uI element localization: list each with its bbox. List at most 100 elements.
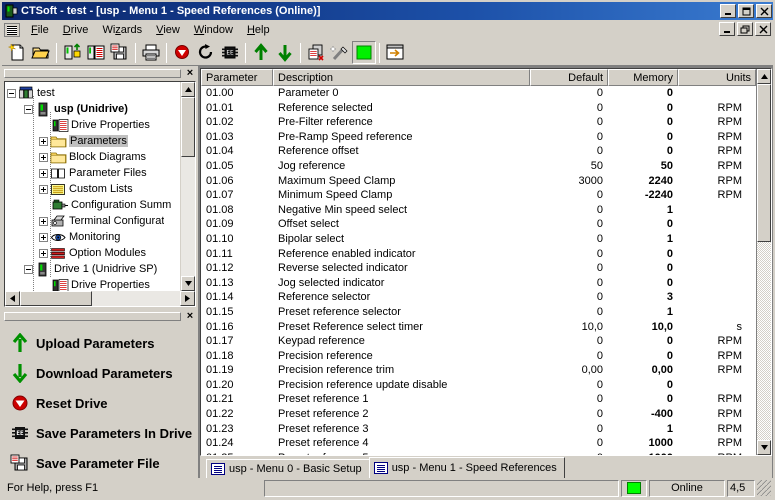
scroll-up-icon[interactable] <box>181 82 195 97</box>
tree-item-custom-lists[interactable]: Custom Lists <box>7 181 180 197</box>
action-reset-drive[interactable]: Reset Drive <box>2 388 198 418</box>
save-parameter-file-button[interactable] <box>108 41 132 64</box>
tree-toggle-plus-icon[interactable] <box>39 152 48 162</box>
scrollbar-thumb[interactable] <box>181 97 195 157</box>
table-row[interactable]: 01.15 Preset reference selector 0 1 <box>201 305 756 320</box>
tab-menu-1-speed-references[interactable]: usp - Menu 1 - Speed References <box>368 457 565 478</box>
tree-item-usp[interactable]: usp (Unidrive) <box>7 101 180 117</box>
tree-panel-close-icon[interactable]: × <box>184 68 196 80</box>
table-row[interactable]: 01.07 Minimum Speed Clamp 0 -2240 RPM <box>201 188 756 203</box>
tree-item-block-diagrams[interactable]: Block Diagrams <box>7 149 180 165</box>
scrollbar-thumb[interactable] <box>757 84 771 242</box>
tree-panel-grip[interactable] <box>4 69 181 78</box>
table-row[interactable]: 01.05 Jog reference 50 50 RPM <box>201 159 756 174</box>
tree-vertical-scrollbar[interactable] <box>180 82 195 291</box>
reset-drive-button[interactable] <box>170 41 194 64</box>
table-row[interactable]: 01.17 Keypad reference 0 0 RPM <box>201 334 756 349</box>
grid-vertical-scrollbar[interactable] <box>756 69 771 455</box>
tree-toggle-minus-icon[interactable] <box>24 104 33 114</box>
tree-toggle-plus-icon[interactable] <box>39 216 48 226</box>
tree-toggle-plus-icon[interactable] <box>39 248 48 258</box>
table-row[interactable]: 01.12 Reverse selected indicator 0 0 <box>201 261 756 276</box>
minimize-button[interactable] <box>720 4 736 18</box>
tree-item-drive-1[interactable]: Drive 1 (Unidrive SP) <box>7 261 180 277</box>
action-save-parameter-file[interactable]: Save Parameter File <box>2 448 198 478</box>
online-status-button[interactable] <box>352 41 376 64</box>
compare-button[interactable] <box>304 41 328 64</box>
tree-toggle-minus-icon[interactable] <box>24 264 33 274</box>
tab-menu-0-basic-setup[interactable]: usp - Menu 0 - Basic Setup <box>206 459 370 478</box>
tree-item-monitoring[interactable]: Monitoring <box>7 229 180 245</box>
table-row[interactable]: 01.21 Preset reference 1 0 0 RPM <box>201 392 756 407</box>
tree-item-test[interactable]: test <box>7 85 180 101</box>
table-row[interactable]: 01.20 Precision reference update disable 0… <box>201 378 756 393</box>
open-file-button[interactable] <box>29 41 53 64</box>
menu-help[interactable]: Help <box>240 22 277 38</box>
menu-drive[interactable]: Drive <box>56 22 96 38</box>
table-row[interactable]: 01.25Preset reference 501000RPM <box>201 451 756 455</box>
read-drive-button[interactable] <box>84 41 108 64</box>
table-row[interactable]: 01.11 Reference enabled indicator 0 0 <box>201 247 756 262</box>
menu-view[interactable]: View <box>149 22 187 38</box>
new-file-button[interactable] <box>5 41 29 64</box>
scroll-right-icon[interactable] <box>180 291 195 306</box>
scroll-down-icon[interactable] <box>757 440 771 455</box>
tree-toggle-plus-icon[interactable] <box>39 232 48 242</box>
upload-parameters-button[interactable] <box>60 41 84 64</box>
column-header-parameter[interactable]: Parameter <box>201 69 273 86</box>
tree-toggle-plus-icon[interactable] <box>39 136 48 146</box>
column-header-units[interactable]: Units <box>678 69 756 86</box>
tree-item-parameter-files[interactable]: Parameter Files <box>7 165 180 181</box>
table-row[interactable]: 01.14 Reference selector 0 3 <box>201 290 756 305</box>
print-button[interactable] <box>139 41 163 64</box>
action-download-parameters[interactable]: Download Parameters <box>2 358 198 388</box>
mdi-minimize-button[interactable] <box>719 22 735 36</box>
menu-wizards[interactable]: Wizards <box>95 22 149 38</box>
wizard-button[interactable] <box>328 41 352 64</box>
refresh-button[interactable] <box>194 41 218 64</box>
scrollbar-thumb[interactable] <box>20 291 92 306</box>
tree-item-parameters[interactable]: Parameters <box>7 133 180 149</box>
tree-toggle-plus-icon[interactable] <box>39 184 48 194</box>
table-row[interactable]: 01.23 Preset reference 3 0 1 RPM <box>201 422 756 437</box>
mdi-close-button[interactable] <box>755 22 771 36</box>
scrollbar-track[interactable] <box>181 97 195 276</box>
tree-item-drive-1-properties[interactable]: Drive Properties <box>7 277 180 291</box>
menu-file[interactable]: FFileile <box>24 22 56 38</box>
table-row[interactable]: 01.24 Preset reference 4 0 1000 RPM <box>201 436 756 451</box>
resize-grip[interactable] <box>757 480 771 496</box>
table-row[interactable]: 01.16 Preset Reference select timer 10,0 10… <box>201 320 756 335</box>
table-row[interactable]: 01.00 Parameter 0 0 0 <box>201 86 756 101</box>
scroll-left-icon[interactable] <box>5 291 20 306</box>
document-list-icon[interactable] <box>4 22 20 37</box>
save-in-drive-button[interactable]: EE <box>218 41 242 64</box>
transfer-up-button[interactable] <box>249 41 273 64</box>
column-header-description[interactable]: Description <box>273 69 530 86</box>
action-save-parameters-in-drive[interactable]: EE Save Parameters In Drive <box>2 418 198 448</box>
table-row[interactable]: 01.19 Precision reference trim 0,00 0,00 RPM <box>201 363 756 378</box>
table-row[interactable]: 01.22 Preset reference 2 0 -400 RPM <box>201 407 756 422</box>
scrollbar-track[interactable] <box>20 291 180 306</box>
tree-toggle-minus-icon[interactable] <box>7 88 16 98</box>
table-row[interactable]: 01.13 Jog selected indicator 0 0 <box>201 276 756 291</box>
scroll-down-icon[interactable] <box>181 276 195 291</box>
scrollbar-track[interactable] <box>757 84 771 440</box>
table-row[interactable]: 01.04 Reference offset 0 0 RPM <box>201 144 756 159</box>
tree-item-terminal-configuration[interactable]: Terminal Configurat <box>7 213 180 229</box>
action-upload-parameters[interactable]: Upload Parameters <box>2 328 198 358</box>
column-header-memory[interactable]: Memory <box>608 69 678 86</box>
table-row[interactable]: 01.09 Offset select 0 0 <box>201 217 756 232</box>
column-header-default[interactable]: Default <box>530 69 608 86</box>
table-row[interactable]: 01.10 Bipolar select 0 1 <box>201 232 756 247</box>
table-row[interactable]: 01.06 Maximum Speed Clamp 3000 2240 RPM <box>201 174 756 189</box>
tree-item-configuration-summary[interactable]: Configuration Summ <box>7 197 180 213</box>
actions-panel-grip[interactable] <box>4 312 181 321</box>
close-button[interactable] <box>756 4 772 18</box>
maximize-button[interactable] <box>738 4 754 18</box>
tree-horizontal-scrollbar[interactable] <box>5 291 195 306</box>
tree-item-drive-properties[interactable]: Drive Properties <box>7 117 180 133</box>
tree-toggle-plus-icon[interactable] <box>39 168 48 178</box>
transfer-down-button[interactable] <box>273 41 297 64</box>
table-row[interactable]: 01.03 Pre-Ramp Speed reference 0 0 RPM <box>201 130 756 145</box>
table-row[interactable]: 01.08 Negative Min speed select 0 1 <box>201 203 756 218</box>
